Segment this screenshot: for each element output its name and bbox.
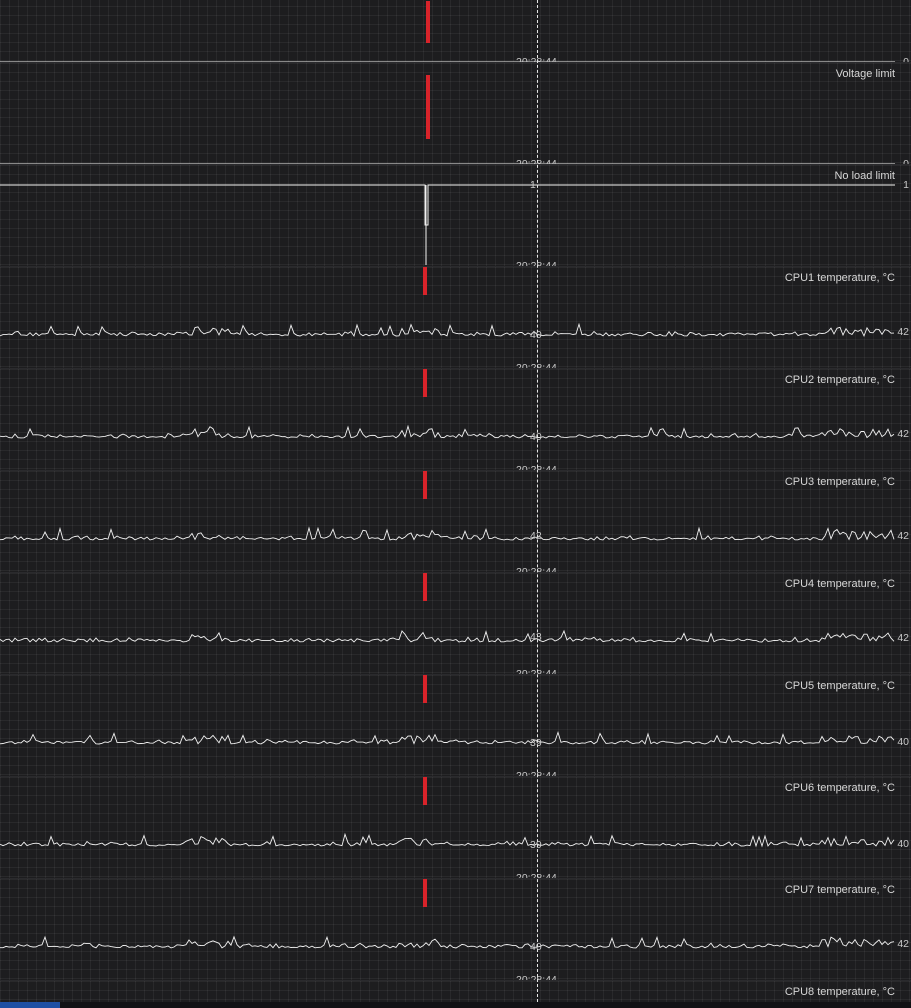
graph-trace <box>0 369 895 439</box>
trace-line <box>0 322 895 338</box>
graph-end-value: 42 <box>897 938 909 950</box>
graph-trace <box>0 573 895 643</box>
graph-end-value: 42 <box>897 632 909 644</box>
graph-panel-top[interactable]: 20:28:44 0 <box>0 0 911 68</box>
graph-trace <box>0 777 895 848</box>
graph-end-value: 42 <box>897 428 909 440</box>
trace-line <box>0 629 895 643</box>
graph-current-value: 39 <box>530 839 542 851</box>
trace-line <box>0 730 895 745</box>
graph-current-value: 40 <box>530 431 542 443</box>
graph-panel-cpu6-temp[interactable]: CPU6 temperature, °C 39 40 20:28:44 <box>0 776 911 884</box>
horizontal-scrollbar[interactable] <box>0 1002 911 1008</box>
hardware-monitor: 20:28:44 0 Voltage limit 20:28:44 0 No l… <box>0 0 911 1008</box>
graph-trace <box>0 675 895 745</box>
graph-trace <box>0 267 895 338</box>
graph-title: CPU8 temperature, °C <box>784 986 895 998</box>
graph-end-value: 42 <box>897 530 909 542</box>
trace-line <box>0 424 895 439</box>
graph-panel-cpu3-temp[interactable]: CPU3 temperature, °C 42 42 20:28:44 <box>0 470 911 578</box>
graph-current-value: 43 <box>530 631 542 643</box>
graph-end-value: 42 <box>897 326 909 338</box>
graph-current-value: 39 <box>530 737 542 749</box>
graph-trace <box>0 471 895 541</box>
graph-panel-cpu8-temp[interactable]: CPU8 temperature, °C <box>0 980 911 1002</box>
trace-line <box>0 526 895 541</box>
graph-panel-cpu4-temp[interactable]: CPU4 temperature, °C 43 42 20:28:44 <box>0 572 911 680</box>
graph-panel-voltage-limit[interactable]: Voltage limit 20:28:44 0 <box>0 62 911 170</box>
graph-panel-cpu7-temp[interactable]: CPU7 temperature, °C 40 42 20:28:44 <box>0 878 911 986</box>
graph-panel-cpu1-temp[interactable]: CPU1 temperature, °C 40 42 20:28:44 <box>0 266 911 374</box>
trace-line <box>0 832 895 848</box>
graph-end-value: 40 <box>897 736 909 748</box>
graph-current-value: 40 <box>530 329 542 341</box>
graph-trace <box>0 184 895 265</box>
graph-current-value: 1 <box>530 179 536 191</box>
trace-line <box>0 935 895 949</box>
trace-line <box>0 184 895 226</box>
graph-end-value: 40 <box>897 838 909 850</box>
scrollbar-thumb[interactable] <box>0 1002 60 1008</box>
graph-end-value: 1 <box>903 179 909 191</box>
graph-current-value: 42 <box>530 530 542 542</box>
graph-trace <box>0 879 895 949</box>
graph-trace <box>0 75 895 165</box>
graph-panel-cpu2-temp[interactable]: CPU2 temperature, °C 40 42 20:28:44 <box>0 368 911 476</box>
graph-current-value: 40 <box>530 941 542 953</box>
graph-panel-cpu5-temp[interactable]: CPU5 temperature, °C 39 40 20:28:44 <box>0 674 911 782</box>
graph-panel-no-load-limit[interactable]: No load limit 1 1 20:28:44 <box>0 164 911 272</box>
graph-trace <box>0 1 895 63</box>
